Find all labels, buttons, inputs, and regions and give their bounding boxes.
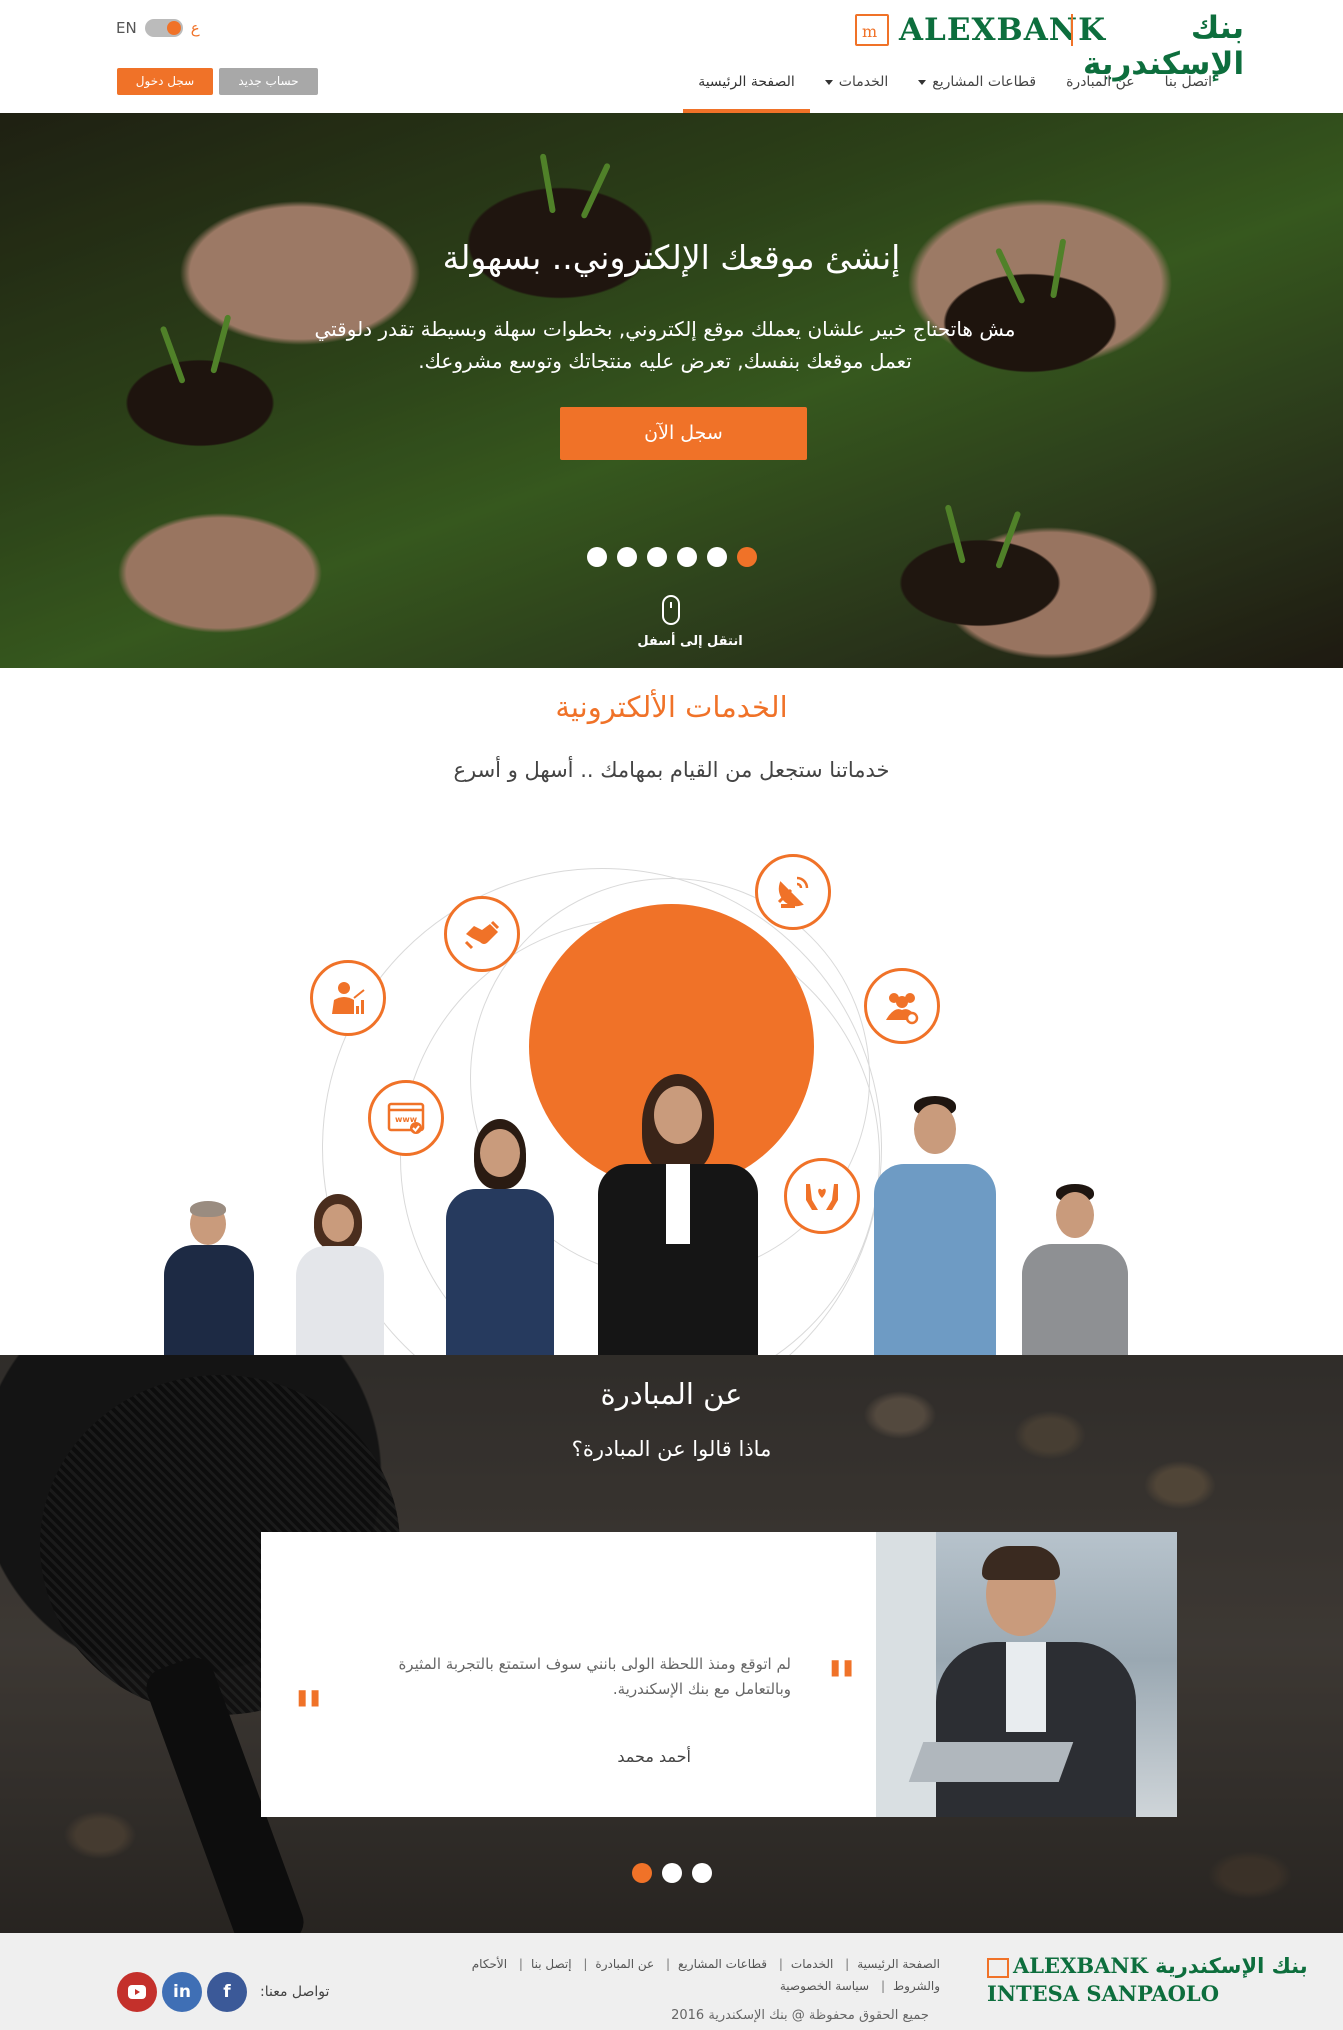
main-nav: الصفحة الرئيسية الخدمات قطاعات المشاريع …	[683, 66, 1227, 113]
nav-item-about[interactable]: عن المبادرة	[1051, 66, 1150, 113]
nav-item-label: اتصل بنا	[1164, 74, 1212, 90]
nav-item-label: الخدمات	[838, 74, 889, 90]
logo-divider	[1071, 14, 1073, 46]
section-subtitle: ماذا قالوا عن المبادرة؟	[571, 1437, 772, 1461]
footer-link-terms[interactable]: الأحكام	[472, 1957, 507, 1971]
social-label: تواصل معنا:	[260, 1984, 330, 2000]
logo-emblem-icon: m	[855, 14, 889, 46]
handshake-icon[interactable]	[444, 896, 520, 972]
helping-hands-icon[interactable]	[784, 1158, 860, 1234]
testimonial-author: أحمد محمد	[617, 1747, 691, 1766]
quote-open-icon: "	[826, 1649, 858, 1719]
testimonial-card: " " لم اتوقع ومنذ اللحظة الولى بانني سوف…	[261, 1532, 1177, 1817]
nav-item-home[interactable]: الصفحة الرئيسية	[683, 66, 810, 113]
section-title: الخدمات الألكترونية	[555, 690, 788, 724]
growth-user-icon[interactable]	[310, 960, 386, 1036]
login-button[interactable]: سجل دخول	[117, 68, 213, 95]
hero-pagination	[587, 547, 757, 567]
slide-dot[interactable]	[677, 547, 697, 567]
site-header: m ALEXBANK بنك الإسكندرية EN ع سجل دخول …	[0, 0, 1343, 113]
copyright: جميع الحقوق محفوظة @ بنك الإسكندرية 2016	[671, 2008, 929, 2023]
footer-partner-logo: INTESA SANPAOLO	[987, 1981, 1219, 2006]
satellite-dish-icon[interactable]	[755, 854, 831, 930]
testimonial-quote: لم اتوقع ومنذ اللحظة الولى بانني سوف است…	[398, 1655, 791, 1698]
facebook-icon[interactable]: f	[207, 1972, 247, 2012]
register-now-button[interactable]: سجل الآن	[560, 407, 807, 460]
linkedin-icon[interactable]: in	[162, 1972, 202, 2012]
slide-dot[interactable]	[707, 547, 727, 567]
lang-en-label[interactable]: EN	[116, 19, 137, 37]
nav-item-label: عن المبادرة	[1066, 74, 1135, 90]
slide-dot[interactable]	[617, 547, 637, 567]
footer-brand-en: ALEXBANK	[1013, 1953, 1148, 1978]
quote-close-icon: "	[293, 1679, 325, 1749]
person-businessman-left	[160, 1201, 260, 1355]
e-services-section: الخدمات الألكترونية خدماتنا ستجعل من الق…	[0, 668, 1343, 1355]
nav-item-services[interactable]: الخدمات	[810, 66, 904, 113]
footer-link-privacy[interactable]: سياسة الخصوصية	[780, 1979, 869, 1993]
footer-logo[interactable]: ALEXBANK بنك الإسكندرية INTESA SANPAOLO	[987, 1953, 1308, 2013]
logo-text-en: ALEXBANK	[899, 12, 1107, 48]
footer-link-home[interactable]: الصفحة الرئيسية	[857, 1957, 940, 1971]
hero-slider: إنشئ موقعك الإلكتروني.. بسهولة مش هاتحتا…	[0, 113, 1343, 668]
nav-item-sectors[interactable]: قطاعات المشاريع	[903, 66, 1051, 113]
register-button[interactable]: حساب جديد	[219, 68, 318, 95]
footer-link-contact[interactable]: إتصل بنا	[531, 1957, 572, 1971]
person-businesswoman-center	[588, 1074, 768, 1355]
slide-dot[interactable]	[662, 1863, 682, 1883]
hero-description: مش هاتحتاج خبير علشان يعملك موقع إلكترون…	[314, 317, 1016, 373]
language-toggle[interactable]	[144, 19, 183, 37]
web-browser-icon[interactable]: www	[368, 1080, 444, 1156]
person-woman-phone	[440, 1119, 560, 1355]
youtube-icon[interactable]	[117, 1972, 157, 2012]
slide-dot[interactable]	[587, 547, 607, 567]
person-doctor	[870, 1096, 1000, 1355]
testimonials-section: عن المبادرة ماذا قالوا عن المبادرة؟ " " …	[0, 1355, 1343, 1933]
slide-dot[interactable]	[647, 547, 667, 567]
social-links: in f تواصل معنا:	[117, 1972, 329, 2012]
language-switcher[interactable]: EN ع	[116, 18, 200, 38]
lang-ar-label[interactable]: ع	[191, 19, 200, 37]
footer-link-about[interactable]: عن المبادرة	[595, 1957, 654, 1971]
person-casual-man	[1020, 1184, 1130, 1355]
nav-item-label: الصفحة الرئيسية	[698, 74, 795, 90]
slide-dot[interactable]	[692, 1863, 712, 1883]
testimonials-pagination	[632, 1863, 712, 1883]
hero-overlay	[0, 113, 1343, 668]
footer-link-services[interactable]: الخدمات	[791, 1957, 833, 1971]
slide-dot-active[interactable]	[737, 547, 757, 567]
caret-down-icon	[918, 79, 927, 85]
testimonial-photo	[876, 1532, 1177, 1817]
footer-brand-ar: بنك الإسكندرية	[1155, 1954, 1308, 1978]
mouse-scroll-icon[interactable]	[662, 595, 680, 625]
hero-title: إنشئ موقعك الإلكتروني.. بسهولة	[442, 238, 901, 277]
site-footer: ALEXBANK بنك الإسكندرية INTESA SANPAOLO …	[0, 1933, 1343, 2030]
footer-links-row: الصفحة الرئيسية| الخدمات| قطاعات المشاري…	[471, 1957, 940, 1971]
person-woman-white	[290, 1194, 390, 1355]
footer-links-row: والشروط| سياسة الخصوصية	[779, 1979, 940, 1993]
nav-item-label: قطاعات المشاريع	[932, 74, 1037, 90]
slide-dot-active[interactable]	[632, 1863, 652, 1883]
footer-links: الصفحة الرئيسية| الخدمات| قطاعات المشاري…	[400, 1953, 940, 1997]
nav-item-contact[interactable]: اتصل بنا	[1150, 66, 1227, 113]
team-gear-icon[interactable]	[864, 968, 940, 1044]
scroll-down-label[interactable]: انتقل إلى أسفل	[600, 634, 780, 649]
alexbank-logo[interactable]: m ALEXBANK بنك الإسكندرية	[855, 10, 1244, 82]
logo-emblem-icon	[987, 1957, 1009, 1978]
footer-link-sectors[interactable]: قطاعات المشاريع	[678, 1957, 767, 1971]
section-subtitle: خدماتنا ستجعل من القيام بمهامك .. أسهل و…	[453, 758, 890, 782]
footer-logo-row1: ALEXBANK بنك الإسكندرية	[987, 1953, 1308, 1978]
section-title: عن المبادرة	[600, 1377, 743, 1411]
caret-down-icon	[824, 79, 833, 85]
footer-link-terms-cont[interactable]: والشروط	[893, 1979, 940, 1993]
